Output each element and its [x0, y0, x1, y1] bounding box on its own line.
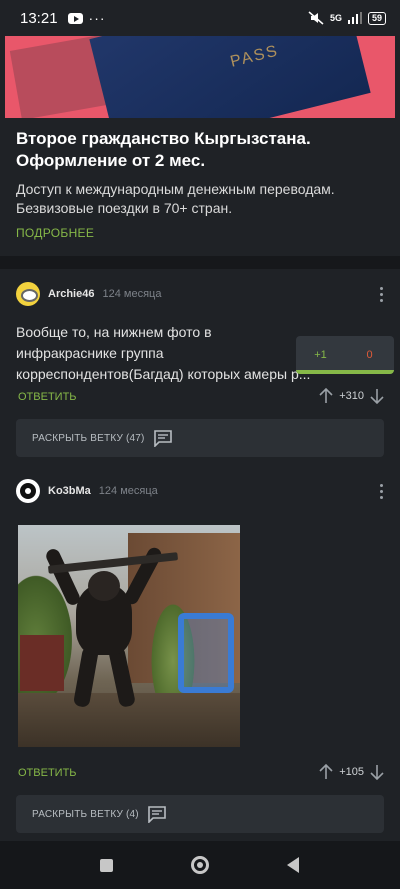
- ad-image[interactable]: PASS: [5, 36, 395, 118]
- comment-time: 124 месяца: [102, 288, 162, 300]
- comment-time: 124 месяца: [98, 485, 158, 497]
- downvote-icon[interactable]: [370, 764, 384, 780]
- comment-author[interactable]: Ko3bMa: [48, 485, 91, 497]
- passport-cover: [89, 36, 371, 118]
- upvote-icon[interactable]: [319, 388, 333, 404]
- section-divider: [0, 256, 400, 269]
- comment-header: Archie46 124 месяца: [16, 282, 161, 306]
- expand-thread-label: РАСКРЫТЬ ВЕТКУ (4): [32, 808, 139, 820]
- chimp-head: [88, 571, 120, 601]
- battery-icon: 59: [367, 11, 386, 25]
- blue-chair: [178, 613, 234, 693]
- status-system-icons: 5G 59: [308, 11, 386, 25]
- comment-image[interactable]: [18, 525, 240, 747]
- comment-bubble-icon: [153, 429, 173, 447]
- vote-plus-value[interactable]: +1: [296, 336, 345, 374]
- upvote-icon[interactable]: [319, 764, 333, 780]
- expand-thread-label: РАСКРЫТЬ ВЕТКУ (47): [32, 432, 145, 444]
- avatar[interactable]: [16, 479, 40, 503]
- more-options-icon[interactable]: [380, 484, 384, 499]
- status-bar: 13:21 ··· 5G 59: [0, 0, 400, 36]
- ad-title[interactable]: Второе гражданство Кыргызстана. Оформлен…: [16, 128, 386, 172]
- more-options-icon[interactable]: [380, 287, 384, 302]
- youtube-icon: [67, 12, 83, 24]
- expand-thread-button[interactable]: РАСКРЫТЬ ВЕТКУ (47): [16, 419, 384, 457]
- comment-author[interactable]: Archie46: [48, 288, 94, 300]
- home-icon: [190, 856, 209, 874]
- ad-description: Доступ к международным денежным перевода…: [16, 181, 335, 216]
- back-icon: [287, 857, 300, 873]
- ad-more-link[interactable]: ПОДРОБНЕЕ: [16, 226, 94, 240]
- downvote-icon[interactable]: [370, 388, 384, 404]
- vote-popup: +1 0: [296, 336, 394, 374]
- comment-text: Вообще то, на нижнем фото в инфракрасник…: [16, 324, 311, 382]
- expand-thread-button[interactable]: РАСКРЫТЬ ВЕТКУ (4): [16, 795, 384, 833]
- more-dots-icon: ···: [88, 10, 106, 26]
- home-button[interactable]: [180, 845, 220, 885]
- signal-icon: [347, 12, 362, 24]
- recents-icon: [100, 858, 114, 872]
- avatar[interactable]: [16, 282, 40, 306]
- recents-button[interactable]: [87, 845, 127, 885]
- comment-header: Ko3bMa 124 месяца: [16, 479, 158, 503]
- reply-button[interactable]: ОТВЕТИТЬ: [18, 391, 77, 403]
- back-button[interactable]: [273, 845, 313, 885]
- comment-rating: +310: [319, 388, 384, 404]
- chair: [20, 635, 64, 691]
- system-nav-bar: [0, 841, 400, 889]
- reply-button[interactable]: ОТВЕТИТЬ: [18, 767, 77, 779]
- mute-icon: [308, 11, 324, 25]
- network-label: 5G: [329, 12, 342, 23]
- comment-bubble-icon: [147, 805, 167, 823]
- status-time: 13:21: [20, 9, 58, 27]
- rating-value: +310: [339, 390, 364, 402]
- comment-rating: +105: [319, 764, 384, 780]
- vote-minus-value[interactable]: 0: [345, 336, 394, 374]
- status-notification-icons: ···: [67, 10, 106, 26]
- rating-value: +105: [339, 766, 364, 778]
